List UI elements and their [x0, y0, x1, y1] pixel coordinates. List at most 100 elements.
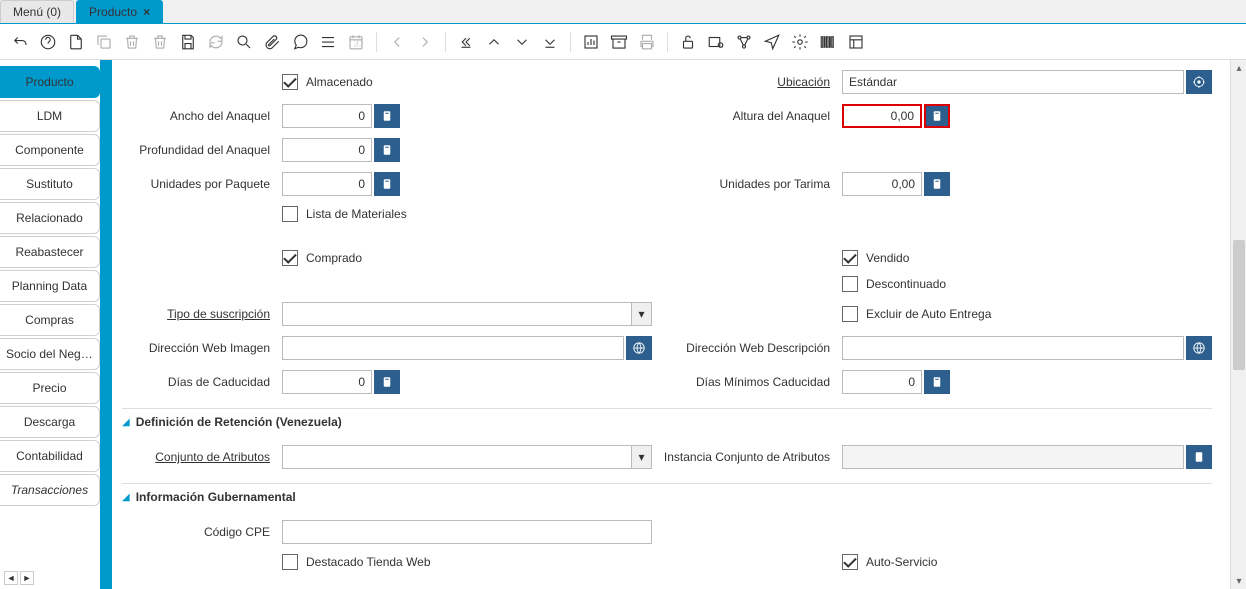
- ubicacion-input[interactable]: [842, 70, 1184, 94]
- sidebar-item-transacciones[interactable]: Transacciones: [0, 474, 100, 506]
- descontinuado-checkbox[interactable]: [842, 276, 858, 292]
- direccion-web-imagen-input[interactable]: [282, 336, 624, 360]
- sidebar-item-compras[interactable]: Compras: [0, 304, 100, 336]
- ubicacion-label: Ubicación: [652, 75, 842, 89]
- locate-button[interactable]: [1186, 70, 1212, 94]
- sidebar-item-reabastecer[interactable]: Reabastecer: [0, 236, 100, 268]
- help-icon[interactable]: [36, 30, 60, 54]
- dropdown-icon[interactable]: ▾: [631, 303, 651, 325]
- scroll-down-icon[interactable]: ▾: [1231, 573, 1246, 589]
- grid-icon[interactable]: [316, 30, 340, 54]
- calendar-icon[interactable]: 31: [344, 30, 368, 54]
- sidebar-item-sustituto[interactable]: Sustituto: [0, 168, 100, 200]
- sidebar-item-componente[interactable]: Componente: [0, 134, 100, 166]
- up-icon[interactable]: [482, 30, 506, 54]
- pager-prev[interactable]: ◄: [4, 571, 18, 585]
- send-icon[interactable]: [760, 30, 784, 54]
- section-gubernamental: ◢ Información Gubernamental: [122, 483, 1212, 510]
- calc-button[interactable]: [374, 104, 400, 128]
- almacenado-checkbox-wrap: Almacenado: [282, 74, 652, 90]
- sidebar-item-contabilidad[interactable]: Contabilidad: [0, 440, 100, 472]
- sidebar-item-label: Sustituto: [26, 177, 73, 191]
- altura-anaquel-input[interactable]: [842, 104, 922, 128]
- calc-button[interactable]: [374, 172, 400, 196]
- globe-button[interactable]: [1186, 336, 1212, 360]
- descontinuado-wrap: Descontinuado: [842, 276, 1212, 292]
- tab-producto[interactable]: Producto×: [76, 0, 163, 23]
- attr-button[interactable]: [1186, 445, 1212, 469]
- copy-icon[interactable]: [92, 30, 116, 54]
- calc-button[interactable]: [924, 370, 950, 394]
- sidebar-item-label: LDM: [37, 109, 62, 123]
- codigo-cpe-label: Código CPE: [122, 525, 282, 539]
- print-icon[interactable]: [635, 30, 659, 54]
- prev-icon[interactable]: [385, 30, 409, 54]
- calc-button[interactable]: [374, 370, 400, 394]
- tab-menu[interactable]: Menú (0): [0, 0, 74, 23]
- unidades-paquete-input[interactable]: [282, 172, 372, 196]
- sidebar-item-planning-data[interactable]: Planning Data: [0, 270, 100, 302]
- down-icon[interactable]: [510, 30, 534, 54]
- zoom-icon[interactable]: [704, 30, 728, 54]
- unidades-tarima-input[interactable]: [842, 172, 922, 196]
- scrollbar[interactable]: ▴ ▾: [1230, 60, 1246, 589]
- dropdown-icon[interactable]: ▾: [631, 446, 651, 468]
- sidebar-item-socio-negocio[interactable]: Socio del Negocio: [0, 338, 100, 370]
- attach-icon[interactable]: [260, 30, 284, 54]
- dias-caducidad-input[interactable]: [282, 370, 372, 394]
- ancho-anaquel-input[interactable]: [282, 104, 372, 128]
- sidebar-item-ldm[interactable]: LDM: [0, 100, 100, 132]
- instancia-conjunto-atributos-input[interactable]: [842, 445, 1184, 469]
- excluir-auto-entrega-checkbox[interactable]: [842, 306, 858, 322]
- delete-icon[interactable]: [120, 30, 144, 54]
- search-icon[interactable]: [232, 30, 256, 54]
- auto-servicio-label: Auto-Servicio: [866, 555, 937, 569]
- globe-button[interactable]: [626, 336, 652, 360]
- form-icon[interactable]: [844, 30, 868, 54]
- sidebar-item-producto[interactable]: Producto: [0, 66, 100, 98]
- archive-icon[interactable]: [607, 30, 631, 54]
- scroll-up-icon[interactable]: ▴: [1231, 60, 1246, 76]
- pager-next[interactable]: ►: [20, 571, 34, 585]
- sidebar-item-label: Producto: [25, 75, 73, 89]
- direccion-web-descripcion-input[interactable]: [842, 336, 1184, 360]
- save-icon[interactable]: [176, 30, 200, 54]
- delete2-icon[interactable]: [148, 30, 172, 54]
- profundidad-anaquel-input[interactable]: [282, 138, 372, 162]
- dias-minimos-caducidad-input[interactable]: [842, 370, 922, 394]
- auto-servicio-checkbox[interactable]: [842, 554, 858, 570]
- comprado-checkbox[interactable]: [282, 250, 298, 266]
- workflow-icon[interactable]: [732, 30, 756, 54]
- refresh-icon[interactable]: [204, 30, 228, 54]
- tipo-suscripcion-select[interactable]: ▾: [282, 302, 652, 326]
- collapse-icon[interactable]: ◢: [122, 417, 130, 428]
- calc-button[interactable]: [924, 104, 950, 128]
- undo-icon[interactable]: [8, 30, 32, 54]
- sidebar-item-relacionado[interactable]: Relacionado: [0, 202, 100, 234]
- sidebar-item-precio[interactable]: Precio: [0, 372, 100, 404]
- vendido-checkbox[interactable]: [842, 250, 858, 266]
- codigo-cpe-input[interactable]: [282, 520, 652, 544]
- barcode-icon[interactable]: [816, 30, 840, 54]
- conjunto-atributos-select[interactable]: ▾: [282, 445, 652, 469]
- sidebar-item-descarga[interactable]: Descarga: [0, 406, 100, 438]
- chat-icon[interactable]: [288, 30, 312, 54]
- new-icon[interactable]: [64, 30, 88, 54]
- last-icon[interactable]: [538, 30, 562, 54]
- vendido-wrap: Vendido: [842, 250, 1212, 266]
- calc-button[interactable]: [924, 172, 950, 196]
- next-icon[interactable]: [413, 30, 437, 54]
- almacenado-checkbox[interactable]: [282, 74, 298, 90]
- calc-button[interactable]: [374, 138, 400, 162]
- ancho-anaquel-label: Ancho del Anaquel: [122, 109, 282, 123]
- close-icon[interactable]: ×: [143, 5, 150, 19]
- scroll-thumb[interactable]: [1233, 240, 1245, 370]
- almacenado-label: Almacenado: [306, 75, 373, 89]
- destacado-tienda-web-checkbox[interactable]: [282, 554, 298, 570]
- gear-icon[interactable]: [788, 30, 812, 54]
- collapse-icon[interactable]: ◢: [122, 492, 130, 503]
- first-icon[interactable]: [454, 30, 478, 54]
- lock-icon[interactable]: [676, 30, 700, 54]
- lista-materiales-checkbox[interactable]: [282, 206, 298, 222]
- report-icon[interactable]: [579, 30, 603, 54]
